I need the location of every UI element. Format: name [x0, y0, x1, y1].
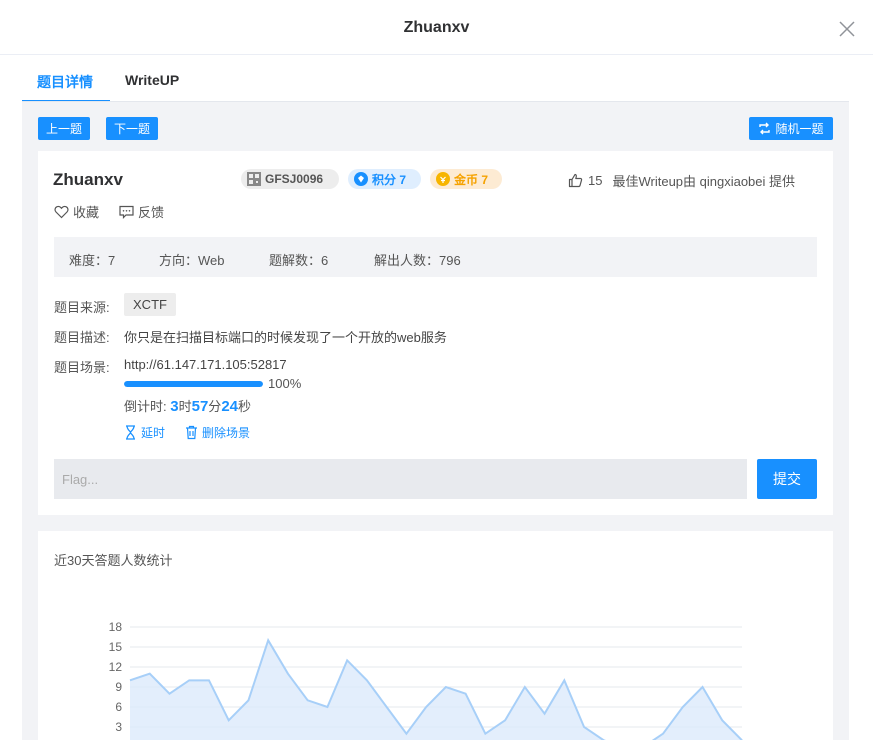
diamond-icon — [354, 172, 368, 186]
scene-progress-bar — [124, 381, 263, 387]
extend-time-button[interactable]: 延时 — [124, 424, 165, 441]
like-section[interactable]: 15 最佳Writeup由 qingxiaobei 提供 — [568, 171, 795, 190]
hourglass-icon — [126, 425, 135, 440]
challenge-code-badge: GFSJ0096 — [241, 169, 339, 189]
countdown: 倒计时: 3时57分24秒 — [124, 396, 251, 415]
difficulty-stat: 难度：7 — [69, 253, 116, 268]
scene-url[interactable]: http://61.147.171.105:52817 — [124, 357, 287, 372]
favorite-label: 收藏 — [73, 205, 100, 220]
challenge-name: Zhuanxv — [53, 170, 123, 189]
scene-label: 题目场景: — [54, 360, 110, 375]
feedback-button[interactable]: 反馈 — [119, 202, 164, 221]
random-challenge-button[interactable]: 随机一题 — [749, 117, 833, 140]
source-label: 题目来源: — [54, 300, 110, 315]
favorite-button[interactable]: 收藏 — [54, 202, 99, 221]
dialog-title: Zhuanxv — [403, 19, 470, 36]
random-challenge-label: 随机一题 — [775, 122, 824, 136]
delete-scene-label: 删除场景 — [202, 426, 251, 440]
thumbs-up-icon[interactable] — [568, 173, 583, 188]
solvers-stat: 解出人数：796 — [374, 253, 461, 268]
tab-writeup[interactable]: WriteUP — [125, 72, 179, 88]
close-icon[interactable] — [839, 21, 855, 37]
next-challenge-button[interactable]: 下一题 — [106, 117, 158, 140]
best-writeup-text: 最佳Writeup由 qingxiaobei 提供 — [612, 174, 796, 189]
like-count: 15 — [588, 173, 603, 188]
y-tick-label: 3 — [115, 720, 122, 734]
dialog-header: Zhuanxv — [0, 0, 873, 55]
tab-details[interactable]: 题目详情 — [37, 72, 93, 92]
submit-flag-button[interactable]: 提交 — [757, 459, 817, 499]
description-text: 你只是在扫描目标端口的时候发现了一个开放的web服务 — [124, 330, 447, 345]
series-area — [130, 640, 742, 740]
gold-badge: 金币 7 — [430, 169, 502, 189]
challenge-code: GFSJ0096 — [265, 172, 324, 186]
stats-bar: 难度：7 方向：Web 题解数：6 解出人数：796 — [54, 237, 817, 277]
prev-challenge-button[interactable]: 上一题 — [38, 117, 90, 140]
source-tag: XCTF — [124, 293, 176, 316]
gold-label: 金币 7 — [454, 172, 489, 187]
countdown-seconds-unit: 秒 — [238, 399, 252, 414]
scene-progress-text: 100% — [268, 376, 302, 391]
score-badge: 积分 7 — [348, 169, 421, 189]
trash-icon — [186, 425, 197, 440]
countdown-seconds: 24 — [221, 398, 238, 415]
y-tick-label: 15 — [109, 640, 123, 654]
writeups-stat: 题解数：6 — [269, 253, 329, 268]
y-tick-label: 6 — [115, 700, 122, 714]
countdown-hours: 3 — [170, 398, 179, 415]
countdown-minutes-unit: 分 — [208, 399, 222, 414]
shuffle-icon — [759, 122, 771, 135]
extend-time-label: 延时 — [141, 426, 166, 440]
countdown-hours-unit: 时 — [178, 399, 192, 414]
direction-stat: 方向：Web — [159, 253, 225, 268]
feedback-label: 反馈 — [138, 205, 165, 220]
score-label: 积分 7 — [372, 172, 407, 187]
solvers-chart: 3 6 9 12 15 18 — [109, 620, 743, 740]
delete-scene-button[interactable]: 删除场景 — [185, 424, 250, 441]
flag-input[interactable] — [54, 459, 747, 499]
qrcode-icon — [247, 172, 261, 186]
countdown-minutes: 57 — [191, 398, 209, 415]
countdown-prefix: 倒计时: — [124, 399, 167, 414]
heart-icon — [54, 205, 69, 218]
description-label: 题目描述: — [54, 330, 110, 345]
coin-icon — [436, 172, 450, 186]
y-tick-label: 9 — [115, 680, 122, 694]
scene-progress-fill — [124, 381, 263, 387]
y-tick-label: 12 — [109, 660, 123, 674]
message-icon — [119, 205, 134, 219]
y-tick-label: 18 — [109, 620, 123, 634]
